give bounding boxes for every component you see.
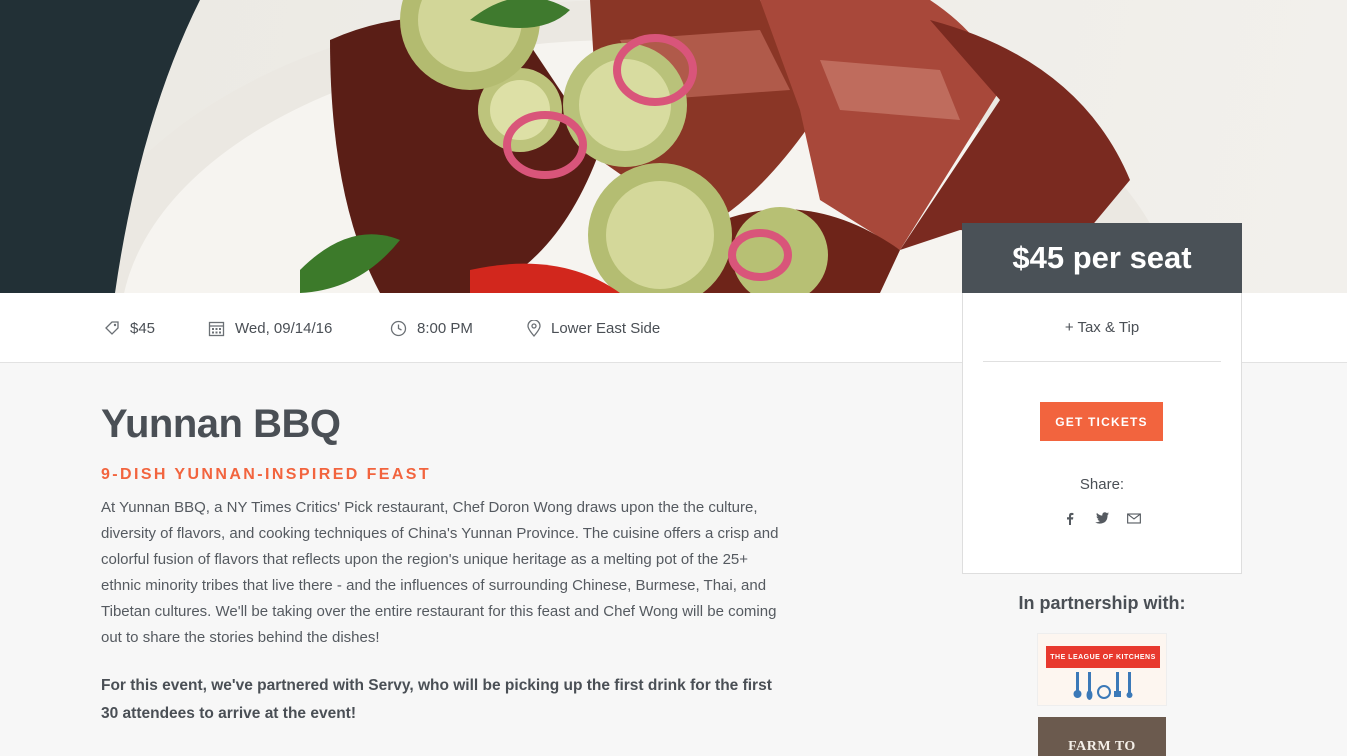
card-divider xyxy=(983,361,1221,362)
tax-tip-label: + Tax & Tip xyxy=(1064,319,1140,336)
get-tickets-button[interactable]: GET TICKETS xyxy=(1040,402,1163,441)
event-description: At Yunnan BBQ, a NY Times Critics' Pick … xyxy=(101,499,779,646)
kitchen-utensils-icon xyxy=(1073,672,1133,700)
tag-icon xyxy=(105,321,119,335)
calendar-icon xyxy=(208,321,225,336)
facebook-icon[interactable] xyxy=(1063,511,1077,525)
event-title: Yunnan BBQ xyxy=(101,402,341,446)
share-label: Share: xyxy=(1079,476,1125,493)
farm-to-people-logo[interactable]: FARM TO PEOPLE xyxy=(1038,717,1166,756)
info-date-text: Wed, 09/14/16 xyxy=(235,319,333,337)
info-location: Lower East Side xyxy=(527,293,660,363)
info-price-text: $45 xyxy=(130,319,156,337)
partners-heading: In partnership with: xyxy=(1018,593,1186,613)
email-icon[interactable] xyxy=(1127,511,1141,525)
event-subtitle: 9-DISH YUNNAN-INSPIRED FEAST xyxy=(101,466,432,483)
price-per-seat: $45 per seat xyxy=(962,223,1242,293)
farm-to-people-text: FARM TO PEOPLE xyxy=(1068,739,1136,756)
twitter-icon[interactable] xyxy=(1095,511,1109,525)
ticket-card: + Tax & Tip GET TICKETS Share: xyxy=(962,293,1242,574)
league-of-kitchens-logo[interactable]: THE LEAGUE OF KITCHENS xyxy=(1037,633,1167,706)
info-location-text: Lower East Side xyxy=(551,319,661,337)
map-pin-icon xyxy=(527,319,541,337)
info-price: $45 xyxy=(104,293,155,363)
clock-icon xyxy=(390,320,407,336)
info-date: Wed, 09/14/16 xyxy=(208,293,332,363)
share-icons xyxy=(963,511,1241,525)
info-time: 8:00 PM xyxy=(390,293,473,363)
info-time-text: 8:00 PM xyxy=(417,319,473,337)
event-note: For this event, we've partnered with Ser… xyxy=(101,677,772,722)
